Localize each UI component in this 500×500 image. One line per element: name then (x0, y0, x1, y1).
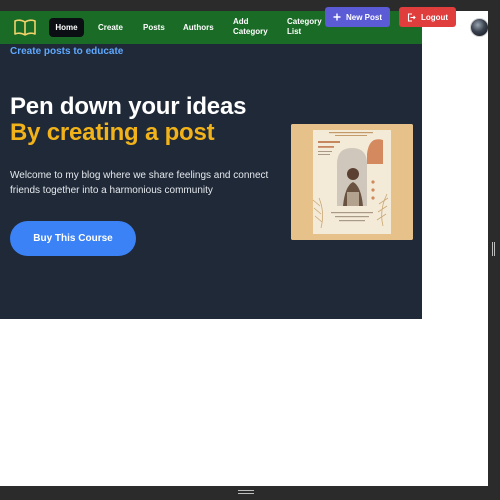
lifestyle-blog-mockup-image (291, 124, 413, 240)
buy-course-button[interactable]: Buy This Course (10, 221, 136, 256)
new-post-label: New Post (345, 12, 382, 22)
new-post-button[interactable]: New Post (325, 7, 390, 27)
blog-app: Home Create Posts Authors Add Category C… (0, 11, 422, 319)
hero-heading-line2: By creating a post (10, 119, 215, 146)
nav-category-list[interactable]: Category List (287, 17, 327, 37)
hero-heading-line1: Pen down your ideas (10, 93, 247, 120)
nav-create[interactable]: Create (98, 23, 123, 33)
nav-add-category[interactable]: Add Category (233, 17, 273, 37)
hero-description: Welcome to my blog where we share feelin… (10, 170, 269, 196)
plus-icon (333, 13, 341, 21)
nav-authors[interactable]: Authors (183, 23, 214, 33)
resize-handle-vertical[interactable] (492, 242, 495, 256)
avatar[interactable] (470, 18, 489, 37)
logout-label: Logout (420, 12, 449, 22)
hero-tagline: Create posts to educate (10, 46, 124, 57)
open-book-icon[interactable] (14, 19, 36, 36)
logout-button[interactable]: Logout (399, 7, 456, 27)
logout-icon (407, 12, 416, 22)
nav-posts[interactable]: Posts (143, 23, 165, 33)
nav-home[interactable]: Home (49, 18, 84, 37)
resize-handle-horizontal[interactable] (238, 490, 254, 494)
